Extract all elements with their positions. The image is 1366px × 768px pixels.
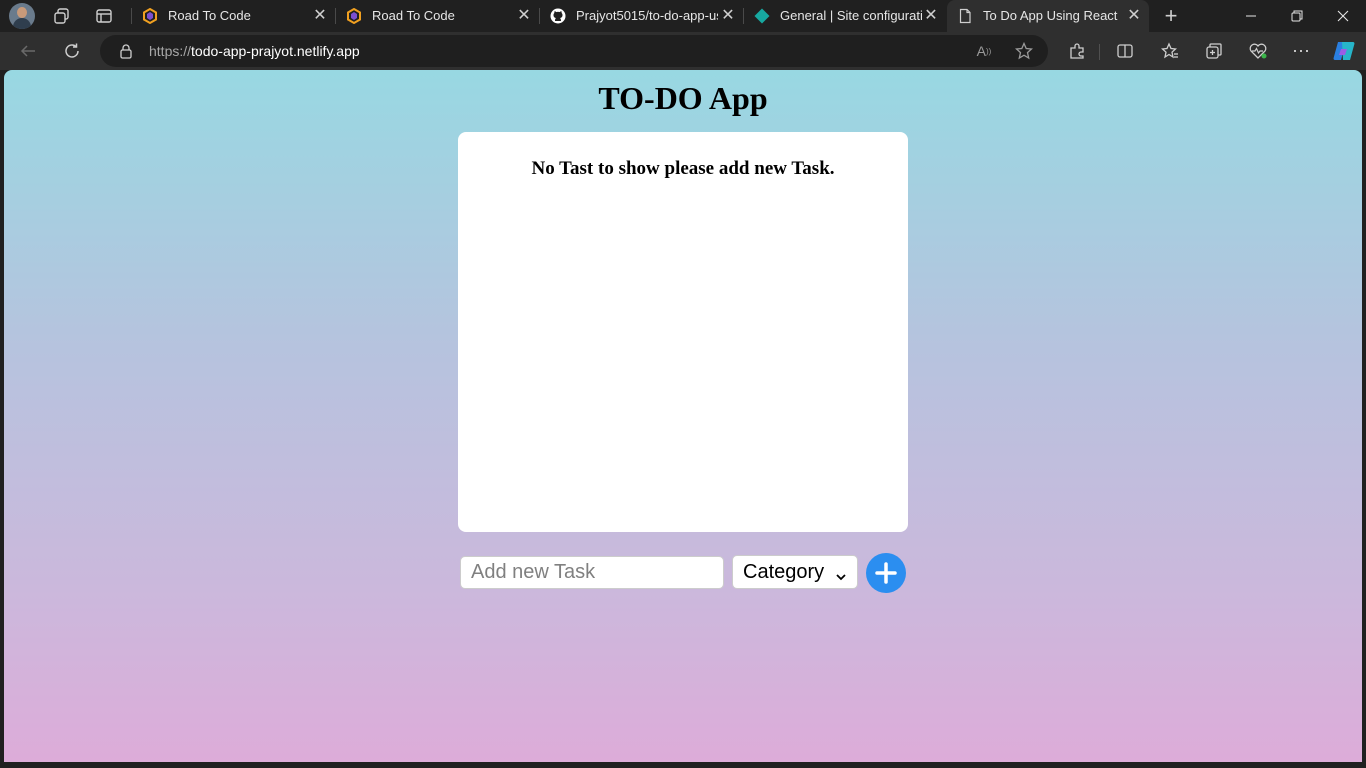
close-tab-icon[interactable]: ✕ — [310, 6, 330, 26]
close-tab-icon[interactable]: ✕ — [921, 6, 941, 26]
url-host: todo-app-prajyot.netlify.app — [191, 43, 360, 59]
minimize-icon[interactable] — [1228, 0, 1274, 32]
split-screen-icon[interactable] — [1114, 40, 1136, 62]
browser-tab-strip: Road To Code ✕ Road To Code ✕ Prajyot501… — [0, 0, 1366, 32]
chevron-down-icon — [835, 566, 847, 581]
profile-avatar[interactable] — [9, 3, 35, 29]
read-aloud-icon[interactable]: A)) — [974, 41, 994, 61]
plus-icon — [875, 562, 897, 584]
tab-title: To Do App Using React — [983, 8, 1118, 23]
window-bottom-edge — [0, 762, 1366, 768]
close-tab-icon[interactable]: ✕ — [718, 6, 738, 26]
url-text: https://todo-app-prajyot.netlify.app — [149, 43, 360, 59]
browser-toolbar: https://todo-app-prajyot.netlify.app A))… — [0, 32, 1366, 70]
favorites-icon[interactable] — [1159, 40, 1181, 62]
close-window-icon[interactable] — [1320, 0, 1366, 32]
refresh-icon[interactable] — [61, 40, 83, 62]
tab-to-do-app[interactable]: To Do App Using React ✕ — [947, 0, 1149, 32]
tab-road-to-code-1[interactable]: Road To Code ✕ — [132, 0, 336, 32]
app-title: TO-DO App — [598, 80, 768, 116]
back-icon[interactable] — [17, 40, 39, 62]
copilot-icon[interactable] — [1331, 40, 1357, 62]
new-tab-icon[interactable]: + — [1161, 3, 1181, 28]
lock-icon[interactable] — [118, 43, 134, 59]
tab-title: Prajyot5015/to-do-app-us — [576, 8, 718, 23]
category-selected-value: Category — [743, 560, 825, 583]
extensions-icon[interactable] — [1066, 40, 1088, 62]
road-to-code-favicon — [346, 7, 362, 25]
more-options-icon[interactable]: ⋯ — [1290, 40, 1312, 62]
tab-github[interactable]: Prajyot5015/to-do-app-us ✕ — [540, 0, 744, 32]
page-favicon — [957, 8, 973, 24]
browser-essentials-icon[interactable] — [1247, 40, 1269, 62]
favorite-star-icon[interactable] — [1014, 41, 1034, 61]
url-scheme: https:// — [149, 43, 192, 59]
close-tab-icon[interactable]: ✕ — [514, 6, 534, 26]
empty-task-message: No Tast to show please add new Task. — [531, 158, 835, 179]
close-tab-icon[interactable]: ✕ — [1124, 6, 1144, 26]
workspaces-icon[interactable] — [52, 6, 72, 26]
category-select[interactable]: Category — [732, 555, 858, 589]
page-viewport: TO-DO App No Tast to show please add new… — [4, 70, 1362, 762]
address-bar[interactable]: https://todo-app-prajyot.netlify.app A)) — [100, 35, 1048, 67]
tab-road-to-code-2[interactable]: Road To Code ✕ — [336, 0, 540, 32]
collections-icon[interactable] — [1203, 40, 1225, 62]
vertical-tabs-icon[interactable] — [94, 6, 114, 26]
tab-title: General | Site configuratio — [780, 8, 922, 23]
task-list-panel: No Tast to show please add new Task. — [458, 132, 908, 532]
github-favicon — [550, 8, 566, 24]
netlify-favicon — [754, 8, 770, 24]
new-task-input[interactable] — [460, 556, 724, 589]
tab-title: Road To Code — [168, 8, 251, 23]
add-task-button[interactable] — [866, 553, 906, 593]
tab-netlify-settings[interactable]: General | Site configuratio ✕ — [744, 0, 946, 32]
road-to-code-favicon — [142, 7, 158, 25]
tab-title: Road To Code — [372, 8, 455, 23]
restore-icon[interactable] — [1274, 0, 1320, 32]
